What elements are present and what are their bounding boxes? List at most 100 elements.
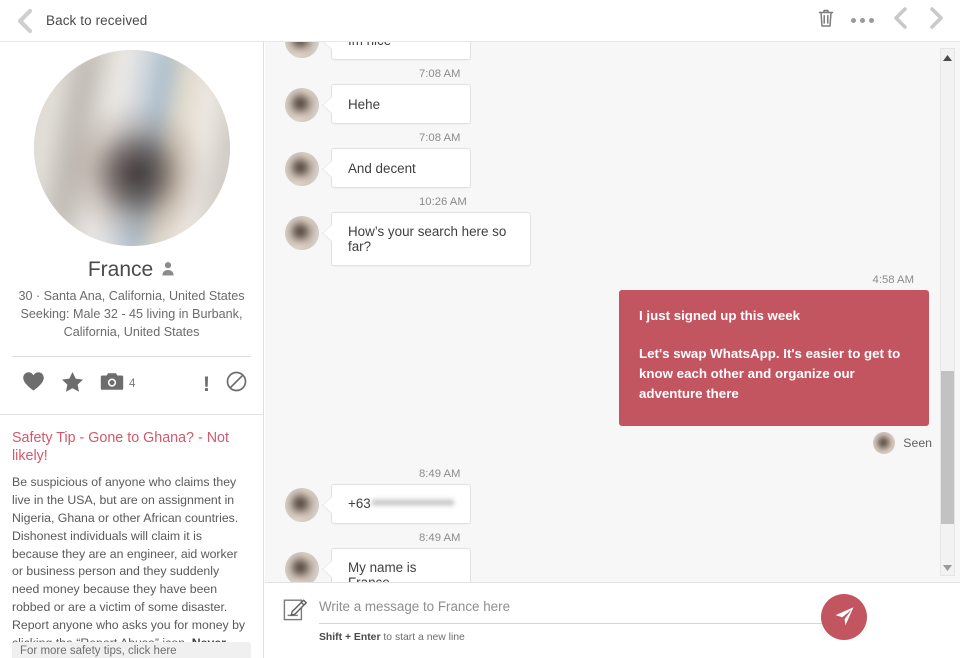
avatar bbox=[873, 431, 896, 454]
camera-icon bbox=[100, 372, 124, 396]
block-icon bbox=[226, 371, 247, 397]
message-status-row: Seen bbox=[271, 431, 942, 454]
safety-tip-body: Be suspicious of anyone who claims they … bbox=[12, 474, 249, 658]
composer-hint-bold: Shift + Enter bbox=[319, 632, 381, 643]
avatar[interactable] bbox=[285, 152, 319, 186]
avatar-image bbox=[285, 152, 319, 186]
message-row: And decent bbox=[271, 148, 942, 188]
message-bubble: Im nice bbox=[322, 42, 471, 60]
avatar-image bbox=[285, 216, 319, 250]
scroll-up-button[interactable] bbox=[941, 49, 954, 65]
composer-hint: Shift + Enter to start a new line bbox=[319, 632, 831, 643]
message-row-outgoing: I just signed up this week Let's swap Wh… bbox=[271, 290, 942, 426]
scrollbar-thumb[interactable] bbox=[941, 371, 954, 525]
ellipsis-icon bbox=[851, 18, 874, 23]
message-text: My name is France bbox=[348, 559, 417, 582]
back-label[interactable]: Back to received bbox=[46, 13, 147, 28]
message-timestamp: 8:49 AM bbox=[419, 531, 461, 544]
safety-tip-title: Safety Tip - Gone to Ghana? - Not likely… bbox=[12, 429, 229, 465]
avatar[interactable] bbox=[285, 487, 319, 522]
favorite-button[interactable] bbox=[22, 371, 45, 397]
composer-inner: Shift + Enter to start a new line bbox=[265, 583, 960, 643]
message-composer: Shift + Enter to start a new line bbox=[265, 582, 960, 658]
previous-conversation-button[interactable] bbox=[890, 5, 910, 36]
report-abuse-button[interactable]: ! bbox=[203, 374, 210, 395]
scrollbar-track[interactable] bbox=[941, 65, 954, 559]
message-text: Im nice bbox=[348, 42, 391, 48]
profile-action-row: 4 ! bbox=[0, 357, 263, 398]
message-bubble: How’s your search here so far? bbox=[322, 212, 531, 266]
message-row: My name is France bbox=[271, 547, 942, 582]
profile-photo[interactable] bbox=[33, 50, 230, 246]
star-button[interactable] bbox=[61, 371, 84, 398]
avatar-image bbox=[285, 487, 319, 522]
chevron-left-icon bbox=[890, 5, 910, 36]
message-row: Im nice bbox=[271, 42, 942, 60]
block-user-button[interactable] bbox=[226, 371, 247, 397]
chevron-left-icon bbox=[15, 8, 35, 34]
message-bubble: And decent bbox=[322, 148, 471, 188]
toolbar-actions bbox=[817, 5, 960, 36]
composer-input-wrap: Shift + Enter to start a new line bbox=[319, 597, 831, 643]
exclamation-icon: ! bbox=[203, 372, 210, 396]
avatar[interactable] bbox=[285, 216, 319, 250]
message-text: Let's swap WhatsApp. It's easier to get … bbox=[639, 345, 901, 401]
message-row: Hehe bbox=[271, 84, 942, 124]
heart-icon bbox=[22, 371, 45, 397]
message-text: And decent bbox=[348, 160, 416, 176]
avatar-image bbox=[285, 88, 319, 122]
avatar[interactable] bbox=[285, 42, 319, 58]
message-timestamp: 4:58 AM bbox=[872, 274, 914, 286]
messaging-app: Back to received France 30 · Santa Ana, … bbox=[0, 0, 960, 658]
message-text: Hehe bbox=[348, 96, 381, 112]
back-button[interactable] bbox=[12, 8, 38, 34]
redacted-phone-number bbox=[371, 498, 454, 508]
message-timestamp: 7:08 AM bbox=[419, 132, 461, 144]
profile-meta-age-location: 30 · Santa Ana, California, United State… bbox=[18, 289, 245, 303]
message-text: I just signed up this week bbox=[639, 308, 801, 323]
message-timestamp: 8:49 AM bbox=[419, 467, 461, 480]
photos-button[interactable]: 4 bbox=[100, 372, 135, 396]
scroll-down-button[interactable] bbox=[941, 559, 954, 575]
message-text: How’s your search here so far? bbox=[348, 224, 507, 254]
message-list-inner: Im nice 7:08 AM Hehe 7:08 AM And decen bbox=[271, 42, 942, 582]
status-badge: Seen bbox=[903, 435, 932, 450]
safety-tips-link-stub[interactable]: For more safety tips, click here bbox=[12, 642, 251, 658]
message-list: Im nice 7:08 AM Hehe 7:08 AM And decen bbox=[265, 42, 960, 582]
message-list-scrollbar[interactable] bbox=[940, 48, 955, 576]
profile-photo-image bbox=[33, 50, 230, 246]
send-button[interactable] bbox=[821, 594, 867, 640]
message-bubble: My name is France bbox=[322, 547, 471, 582]
avatar-image bbox=[285, 551, 319, 582]
star-icon bbox=[61, 371, 84, 398]
profile-sidebar: France 30 · Santa Ana, California, Unite… bbox=[0, 42, 264, 658]
profile-meta-seeking-1: Seeking: Male 32 - 45 living in Burbank, bbox=[20, 306, 243, 321]
profile-photo-wrap bbox=[0, 42, 263, 246]
message-timestamp: 7:08 AM bbox=[419, 68, 461, 80]
chevron-right-icon bbox=[926, 5, 946, 36]
profile-meta-seeking-2: California, United States bbox=[63, 324, 200, 339]
profile-name-row: France bbox=[0, 258, 263, 282]
avatar[interactable] bbox=[285, 551, 319, 582]
avatar[interactable] bbox=[285, 88, 319, 122]
safety-tip-body-normal: Be suspicious of anyone who claims they … bbox=[12, 475, 246, 649]
more-options-button[interactable] bbox=[851, 18, 874, 23]
top-toolbar: Back to received bbox=[0, 0, 960, 42]
message-bubble: +63 bbox=[322, 483, 471, 524]
photos-count: 4 bbox=[129, 378, 136, 391]
conversation-panel: Im nice 7:08 AM Hehe 7:08 AM And decen bbox=[265, 42, 960, 658]
pencil-note-icon[interactable] bbox=[283, 598, 307, 622]
next-conversation-button[interactable] bbox=[926, 5, 946, 36]
delete-conversation-button[interactable] bbox=[817, 8, 835, 33]
avatar-image bbox=[873, 431, 896, 454]
composer-hint-rest: to start a new line bbox=[380, 632, 465, 643]
send-paper-plane-icon bbox=[832, 604, 856, 631]
safety-tip-box: Safety Tip - Gone to Ghana? - Not likely… bbox=[0, 415, 263, 658]
message-row: +63 bbox=[271, 483, 942, 524]
caret-up-icon bbox=[943, 48, 952, 66]
message-timestamp: 10:26 AM bbox=[419, 196, 467, 208]
message-bubble-outgoing: I just signed up this week Let's swap Wh… bbox=[619, 290, 929, 426]
message-input[interactable] bbox=[319, 597, 831, 624]
message-row: How’s your search here so far? bbox=[271, 212, 942, 266]
profile-meta: 30 · Santa Ana, California, United State… bbox=[0, 288, 263, 342]
